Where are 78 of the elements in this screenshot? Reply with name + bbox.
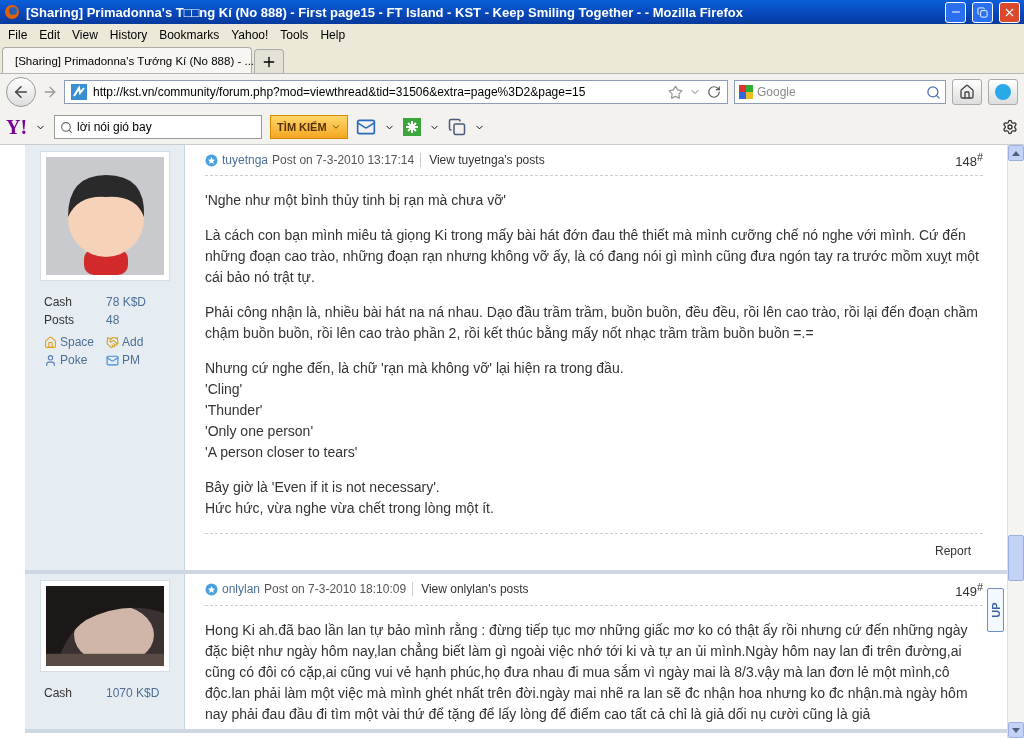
post-text: Hức hức, vừa nghe vừa chết trong lòng một ít. [205, 499, 495, 519]
asterisk-icon[interactable] [402, 118, 421, 136]
view-posts-link[interactable]: View onlylan's posts [417, 582, 529, 597]
mail-icon [106, 353, 119, 367]
post-text: Hong Ki ah.đã bao lần lan tự bảo mình rằng : đừng tiếp tục mơ những giấc mơ ko có thật ấy rồi nhưng cứ đến những ngày đặc biệt như ngày hôm nay,lan chẳng biết làm gì ngoài việc nhớ tới ki và tự an ủi mình.Ngày hôm nay lan đi trên đường,ai cũng có đôi có cặp,ai cũng vui vẻ hạnh phúc,họ đưa nhau đi mua sắm vì ngày mai là 8/3.vậy mà lan đơn lẻ một mình,cô độc.lan phải làm một việc mà mình ghét nhất trên đời.ngày mai nhẽ ra lan sẽ đc nhận hoa nhưng ko đc nhận.mà ngày hôm nay phải đau đầu đi tìm một vài thứ để tặng để lấy lòng để điểm cao tất cả chỉ là giả dối nụ cười cũng là giả [205, 620, 969, 724]
profile-link[interactable]: PM [106, 353, 169, 367]
post-text: Là cách con bạn mình miêu tả giọng Ki trong mấy bài hát đớn đau thê thiết mà mình cưỡng chế nó nghe với mình. Cứ đến những đoạn cao trào, những đoạn rạn nhưng không vỡ ấy, là có đang nói gì mình cũng đưa ngón tay ra trước mồm xuỵt một cái bảo nó trật tự. [205, 226, 980, 288]
scroll-thumb[interactable] [1008, 535, 1024, 581]
minimize-button[interactable] [945, 1, 966, 23]
author-link[interactable]: tuyetnga [222, 153, 269, 168]
back-to-top-button[interactable]: UP [987, 588, 1004, 632]
menu-item[interactable]: Help [314, 28, 352, 42]
post-text: 'A person closer to tears' [205, 443, 359, 463]
stat-value: 48 [106, 313, 121, 327]
menu-item[interactable]: Tools [274, 28, 315, 42]
new-tab-button[interactable] [254, 49, 284, 73]
view-posts-link[interactable]: View tuyetnga's posts [425, 153, 545, 168]
menu-item[interactable]: History [103, 28, 154, 42]
menu-item[interactable]: Yahoo! [225, 28, 275, 42]
google-icon [739, 85, 753, 99]
post-number: 148$^{#}$ [955, 151, 983, 170]
stat-value: 78 K$D [106, 295, 148, 309]
up-arrow-icon [1012, 150, 1020, 156]
stat-label: Posts [44, 313, 75, 327]
post-text: 'Thunder' [205, 401, 264, 421]
handshake-icon [106, 335, 119, 349]
menu-item[interactable]: Bookmarks [153, 28, 226, 42]
restore-icon [977, 6, 988, 18]
site-icon [71, 84, 87, 100]
stat-value: 1070 K$D [106, 686, 161, 701]
menu-item[interactable]: File [2, 28, 34, 42]
post-date: Post on 7-3-2010 13:17:14 [272, 153, 422, 168]
address-bar[interactable]: http://kst.vn/community/forum.php?mod=viewthread&tid=31506&extra=page%3D2&page=15 [64, 80, 728, 104]
bookmark-star-icon[interactable] [668, 84, 683, 100]
scroll-up-button[interactable] [1008, 145, 1024, 161]
author-link[interactable]: onlylan [222, 582, 261, 597]
post-text: Bây giờ là 'Even if it is not necessary'. [205, 478, 441, 498]
post-number: 149$^{#}$ [955, 580, 983, 599]
browser-tab[interactable]: [Sharing] Primadonna's Tướng Kí (No 888) - ... [2, 47, 252, 73]
scroll-down-button[interactable] [1008, 722, 1024, 738]
home-icon [959, 84, 975, 100]
post-text: 'Cling' [205, 380, 244, 400]
menu-item[interactable]: View [66, 28, 104, 42]
skype-button[interactable] [988, 79, 1018, 105]
search-icon[interactable] [926, 84, 941, 100]
post-text: Phải công nhận là, nhiều bài hát na ná nhau. Dạo đầu trầm trầm, buồn buồn, đều đều, rồi lên cao trào, rồi lại đến đoạn chầm chậm buồn buồn, rồi lên cao trào phần 2, rồi kết thúc bằng mấy nốt nhạc trầm trầm buồn buồn =.= [205, 303, 979, 344]
post-date: Post on 7-3-2010 18:10:09 [264, 582, 414, 597]
back-button[interactable] [6, 77, 36, 107]
settings-icon[interactable] [1002, 119, 1018, 135]
post-text: 'Only one person' [205, 422, 315, 442]
home-button[interactable] [952, 79, 982, 105]
report-link[interactable]: Report [934, 544, 971, 559]
stat-label: Cash [44, 295, 73, 309]
post-text: 'Nghe như một bình thủy tinh bị rạn mà chưa vỡ' [205, 191, 507, 211]
online-icon [205, 153, 218, 167]
profile-link[interactable]: Add [106, 335, 169, 349]
window-title: [Sharing] Primadonna's T□□ng Kí (No 888) - First page15 - FT Island - KST - Keep Smiling Together - - Mozilla Firefox [26, 4, 744, 20]
search-icon [60, 120, 74, 134]
profile-link[interactable]: Space [44, 335, 106, 349]
profile-link[interactable]: Poke [44, 353, 106, 367]
close-button[interactable] [999, 1, 1020, 23]
restore-button[interactable] [972, 1, 993, 23]
search-field[interactable]: Google [734, 80, 946, 104]
menu-item[interactable]: Edit [33, 28, 67, 42]
down-arrow-icon [1012, 727, 1020, 733]
yahoo-logo[interactable]: Y! [6, 115, 28, 139]
yahoo-search-field[interactable]: lời nói gió bay [54, 115, 263, 139]
online-icon [205, 583, 218, 596]
search-button[interactable]: TÌM KIẾM [270, 115, 348, 139]
stat-label: Cash [44, 686, 73, 701]
post-text: Nhưng cứ nghe đến, là chữ 'rạn mà không vỡ' lại hiện ra trong đầu. [205, 359, 625, 379]
caret-icon [330, 122, 341, 132]
person-icon [44, 353, 57, 367]
home-icon [44, 335, 57, 349]
mail-icon[interactable] [355, 117, 376, 137]
reload-icon[interactable] [707, 85, 721, 99]
firefox-logo-icon [4, 4, 20, 20]
pages-icon[interactable] [447, 118, 466, 136]
